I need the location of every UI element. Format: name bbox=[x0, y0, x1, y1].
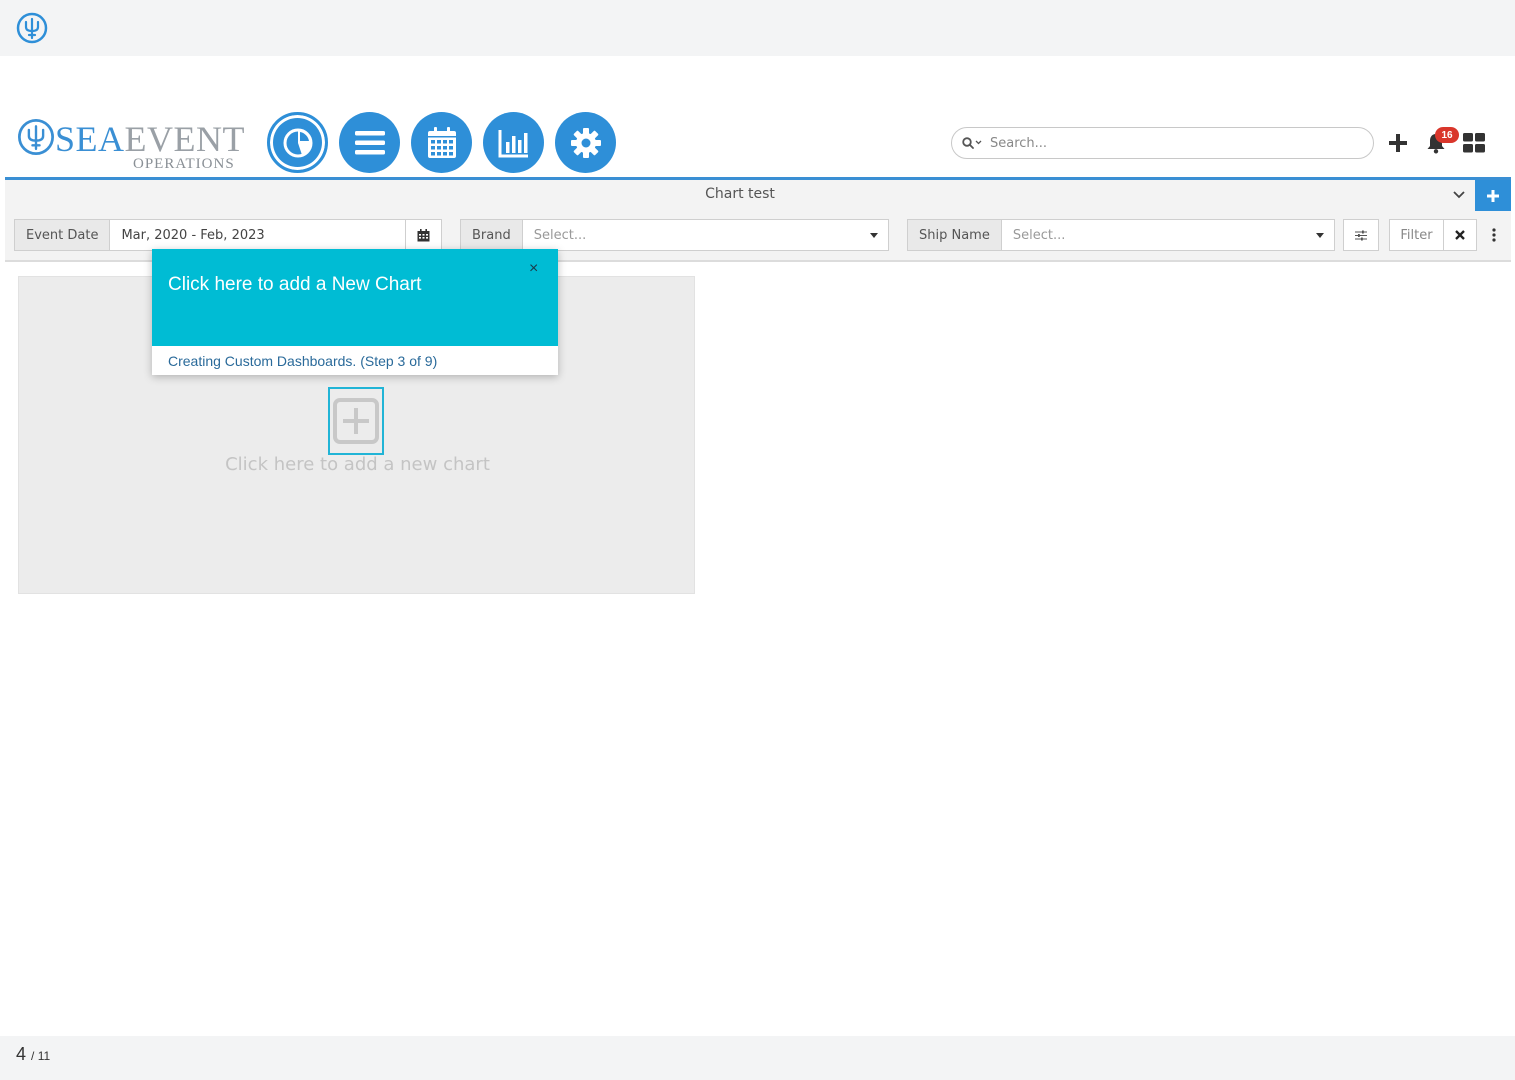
gear-icon bbox=[570, 127, 601, 158]
pager-current: 4 bbox=[16, 1044, 27, 1064]
dashboard-title: Chart test bbox=[705, 186, 775, 202]
tour-step-text: Creating Custom Dashboards. (Step 3 of 9… bbox=[168, 353, 438, 369]
nav-list-button[interactable] bbox=[339, 112, 400, 173]
clear-filters-button[interactable] bbox=[1443, 219, 1477, 251]
bottom-bar: 4 / 11 bbox=[0, 1036, 1515, 1080]
brand-select[interactable]: Select... bbox=[523, 220, 860, 250]
brand-name: SEAEVENT bbox=[55, 121, 245, 157]
caret-down-icon bbox=[1316, 232, 1324, 238]
list-icon bbox=[354, 130, 385, 154]
trident-logo-icon[interactable] bbox=[16, 12, 48, 44]
pie-chart-icon bbox=[283, 128, 312, 157]
brand-label: Brand bbox=[461, 220, 523, 250]
search-icon[interactable] bbox=[962, 137, 984, 149]
step-pager: 4 / 11 bbox=[16, 1044, 50, 1065]
top-bar bbox=[0, 0, 1515, 56]
filter-options-button[interactable] bbox=[1343, 219, 1379, 251]
filter-button[interactable]: Filter bbox=[1389, 219, 1444, 251]
tour-header: Click here to add a New Chart × bbox=[152, 249, 558, 346]
add-button[interactable] bbox=[1386, 131, 1410, 155]
chevron-down-icon[interactable] bbox=[1452, 187, 1466, 201]
apps-button[interactable] bbox=[1462, 131, 1486, 155]
bar-chart-icon bbox=[498, 129, 528, 157]
add-chart-text: Click here to add a new chart bbox=[225, 454, 490, 475]
plus-square-icon bbox=[333, 398, 379, 444]
app-header: SEAEVENT OPERATIONS Search... 16 bbox=[5, 105, 1511, 180]
event-date-filter: Event Date Mar, 2020 - Feb, 2023 bbox=[14, 219, 442, 251]
pager-total: / 11 bbox=[31, 1049, 51, 1063]
brand-dropdown-toggle[interactable] bbox=[860, 220, 888, 250]
tour-popover: Click here to add a New Chart × Creating… bbox=[152, 249, 558, 375]
add-chart-highlight[interactable] bbox=[328, 387, 384, 455]
nav-calendar-button[interactable] bbox=[411, 112, 472, 173]
event-date-picker-button[interactable] bbox=[405, 220, 441, 250]
event-date-value[interactable]: Mar, 2020 - Feb, 2023 bbox=[110, 220, 405, 250]
calendar-icon bbox=[427, 126, 456, 158]
ship-name-dropdown-toggle[interactable] bbox=[1306, 220, 1334, 250]
brand-logo[interactable]: SEAEVENT OPERATIONS bbox=[17, 115, 247, 172]
ship-name-filter: Ship Name Select... bbox=[907, 219, 1335, 251]
search-input[interactable] bbox=[990, 135, 1360, 151]
sliders-icon bbox=[1355, 230, 1367, 240]
ship-name-label: Ship Name bbox=[908, 220, 1002, 250]
add-dashboard-button[interactable] bbox=[1475, 180, 1511, 211]
trident-icon bbox=[18, 119, 54, 155]
nav-settings-button[interactable] bbox=[555, 112, 616, 173]
brand-sea-text: SEA bbox=[55, 119, 125, 159]
brand-event-text: EVENT bbox=[124, 119, 245, 159]
brand-filter: Brand Select... bbox=[460, 219, 889, 251]
ship-name-select[interactable]: Select... bbox=[1002, 220, 1306, 250]
calendar-icon bbox=[417, 228, 430, 241]
more-options-button[interactable] bbox=[1484, 227, 1504, 243]
nav-reports-button[interactable] bbox=[483, 112, 544, 173]
search-box[interactable] bbox=[951, 127, 1374, 159]
plus-icon bbox=[1487, 189, 1499, 202]
grid-icon bbox=[1463, 133, 1485, 153]
kebab-menu-icon bbox=[1492, 228, 1496, 242]
event-date-label: Event Date bbox=[15, 220, 111, 250]
tour-title: Click here to add a New Chart bbox=[168, 274, 422, 295]
caret-down-icon bbox=[870, 232, 878, 238]
nav-dashboards-button[interactable] bbox=[267, 112, 328, 173]
close-icon bbox=[1455, 230, 1465, 240]
dashboard-selector[interactable]: Chart test bbox=[5, 180, 1511, 211]
plus-icon bbox=[1389, 134, 1407, 152]
notification-count-badge: 16 bbox=[1435, 127, 1459, 143]
brand-subtitle: OPERATIONS bbox=[133, 156, 235, 172]
tour-close-button[interactable]: × bbox=[529, 260, 538, 278]
